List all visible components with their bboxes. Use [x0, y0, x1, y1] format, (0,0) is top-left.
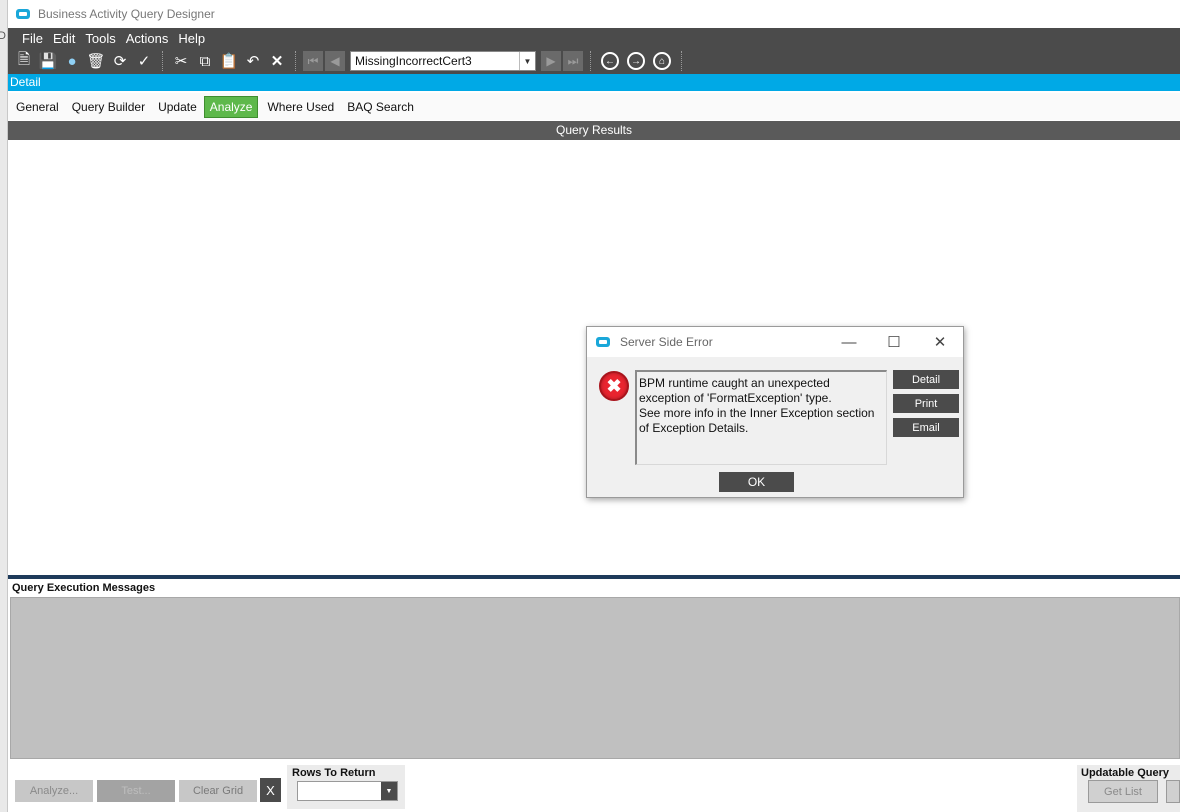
menu-help[interactable]: Help — [178, 31, 205, 46]
forward-icon[interactable]: → — [627, 52, 645, 70]
next-record-icon[interactable]: ▶ — [541, 51, 561, 71]
previous-record-icon[interactable]: ◀ — [325, 51, 345, 71]
clear-grid-button[interactable]: Clear Grid — [179, 780, 257, 802]
tab-where-used[interactable]: Where Used — [261, 97, 340, 117]
menu-edit[interactable]: Edit — [53, 31, 75, 46]
back-icon[interactable]: ← — [601, 52, 619, 70]
query-results-header: Query Results — [8, 121, 1180, 140]
ok-button[interactable]: OK — [719, 472, 794, 492]
delete-icon[interactable]: 🗑 — [84, 50, 108, 72]
tab-general[interactable]: General — [10, 97, 65, 117]
error-icon: ✖ — [599, 371, 629, 401]
query-execution-messages-box[interactable] — [10, 597, 1180, 759]
detail-button[interactable]: Detail — [893, 370, 959, 389]
record-selector-value: MissingIncorrectCert3 — [355, 54, 472, 68]
window-titlebar: Business Activity Query Designer — [8, 0, 1180, 28]
close-icon[interactable]: ✕ — [265, 50, 289, 72]
rows-to-return-label: Rows To Return — [292, 767, 376, 779]
tab-analyze[interactable]: Analyze — [203, 95, 259, 118]
query-execution-messages-label: Query Execution Messages — [12, 582, 156, 594]
app-logo-icon — [16, 9, 30, 19]
test-button[interactable]: Test... — [97, 780, 175, 802]
menu-actions[interactable]: Actions — [126, 31, 169, 46]
error-message-text[interactable]: BPM runtime caught an unexpected excepti… — [635, 370, 887, 465]
chat-icon[interactable]: ● — [60, 50, 84, 72]
new-icon[interactable]: 🗎 — [12, 50, 36, 72]
chevron-down-icon[interactable]: ▼ — [519, 52, 535, 70]
menu-tools[interactable]: Tools — [85, 31, 115, 46]
dialog-titlebar[interactable]: Server Side Error — [587, 327, 963, 357]
tab-query-builder[interactable]: Query Builder — [66, 97, 151, 117]
detail-bar: Detail — [8, 74, 1180, 91]
updatable-query-label: Updatable Query — [1081, 767, 1170, 779]
partial-button[interactable] — [1166, 780, 1180, 803]
dialog-title: Server Side Error — [620, 335, 713, 349]
save-icon[interactable]: 💾 — [36, 50, 60, 72]
window-title: Business Activity Query Designer — [38, 7, 215, 21]
chevron-down-icon[interactable]: ▼ — [381, 782, 397, 800]
maximize-icon[interactable]: ☐ — [885, 333, 903, 351]
panel-splitter[interactable] — [8, 575, 1180, 579]
close-icon[interactable]: ✕ — [931, 333, 949, 351]
copy-icon[interactable]: ⧉ — [193, 50, 217, 72]
tab-update[interactable]: Update — [152, 97, 203, 117]
tab-strip: General Query Builder Update Analyze Whe… — [8, 93, 1180, 120]
app-logo-icon — [596, 337, 610, 347]
analyze-button[interactable]: Analyze... — [15, 780, 93, 802]
email-button[interactable]: Email — [893, 418, 959, 437]
toolbar: 🗎 💾 ● 🗑 ⟳ ✓ ✂ ⧉ 📋 ↶ ✕ ⏮ ◀ MissingIncorre… — [8, 48, 1180, 74]
cut-icon[interactable]: ✂ — [169, 50, 193, 72]
record-selector[interactable]: MissingIncorrectCert3 ▼ — [350, 51, 536, 71]
get-list-button[interactable]: Get List — [1088, 780, 1158, 803]
left-window-edge: D — [0, 0, 8, 812]
undo-icon[interactable]: ↶ — [241, 50, 265, 72]
clear-icon[interactable]: ✓ — [132, 50, 156, 72]
paste-icon[interactable]: 📋 — [217, 50, 241, 72]
clear-close-button[interactable]: X — [260, 778, 281, 802]
last-record-icon[interactable]: ⏭ — [563, 51, 583, 71]
first-record-icon[interactable]: ⏮ — [303, 51, 323, 71]
tab-baq-search[interactable]: BAQ Search — [341, 97, 420, 117]
server-side-error-dialog: Server Side Error — ☐ ✕ ✖ BPM runtime ca… — [586, 326, 964, 498]
refresh-icon[interactable]: ⟳ — [108, 50, 132, 72]
home-icon[interactable]: ⌂ — [653, 52, 671, 70]
rows-to-return-select[interactable]: ▼ — [297, 781, 398, 801]
minimize-icon[interactable]: — — [840, 333, 858, 351]
menu-bar: File Edit Tools Actions Help — [8, 28, 1180, 48]
print-button[interactable]: Print — [893, 394, 959, 413]
menu-file[interactable]: File — [22, 31, 43, 46]
